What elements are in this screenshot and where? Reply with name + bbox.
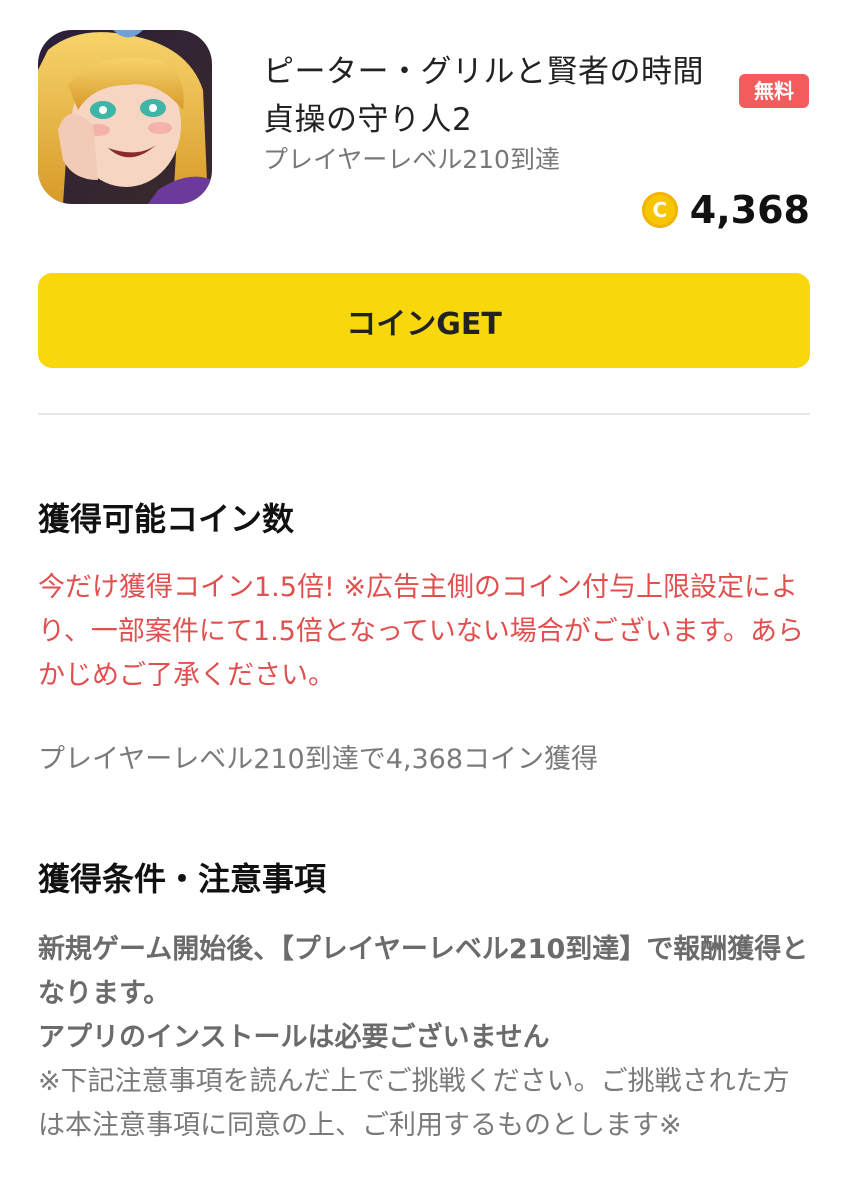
coin-value: 4,368	[689, 188, 810, 232]
conditions-heading: 獲得条件・注意事項	[38, 860, 327, 898]
app-title: ピーター・グリルと賢者の時間 貞操の守り人2	[263, 48, 733, 144]
coin-get-button[interactable]: コインGET	[38, 273, 810, 368]
app-subtitle: プレイヤーレベル210到達	[263, 145, 560, 174]
app-title-line2: 貞操の守り人2	[263, 102, 473, 138]
app-icon	[38, 30, 212, 204]
coin-icon: C	[641, 192, 678, 228]
divider	[38, 413, 810, 415]
app-title-line1: ピーター・グリルと賢者の時間	[263, 54, 704, 90]
offer-detail-page: ピーター・グリルと賢者の時間 貞操の守り人2 プレイヤーレベル210到達 無料 …	[0, 0, 848, 1200]
conditions-text: 新規ゲーム開始後、【プレイヤーレベル210到達】で報酬獲得となります。 アプリの…	[38, 928, 813, 1060]
reward-heading: 獲得可能コイン数	[38, 500, 295, 538]
conditions-note: ※下記注意事項を読んだ上でご挑戦ください。ご挑戦された方は本注意事項に同意の上、…	[38, 1066, 790, 1141]
free-badge: 無料	[739, 74, 809, 108]
condition-line1: 新規ゲーム開始後、【プレイヤーレベル210到達】で報酬獲得となります。	[38, 934, 809, 1009]
condition-line2: アプリのインストールは必要ございません	[38, 1022, 550, 1053]
app-header: ピーター・グリルと賢者の時間 貞操の守り人2 プレイヤーレベル210到達 無料 …	[38, 30, 810, 240]
reward-summary: プレイヤーレベル210到達で4,368コイン獲得	[38, 744, 599, 775]
campaign-notice: 今だけ獲得コイン1.5倍! ※広告主側のコイン付与上限設定により、一部案件にて1…	[38, 572, 804, 691]
coin-amount: C 4,368	[641, 187, 810, 233]
